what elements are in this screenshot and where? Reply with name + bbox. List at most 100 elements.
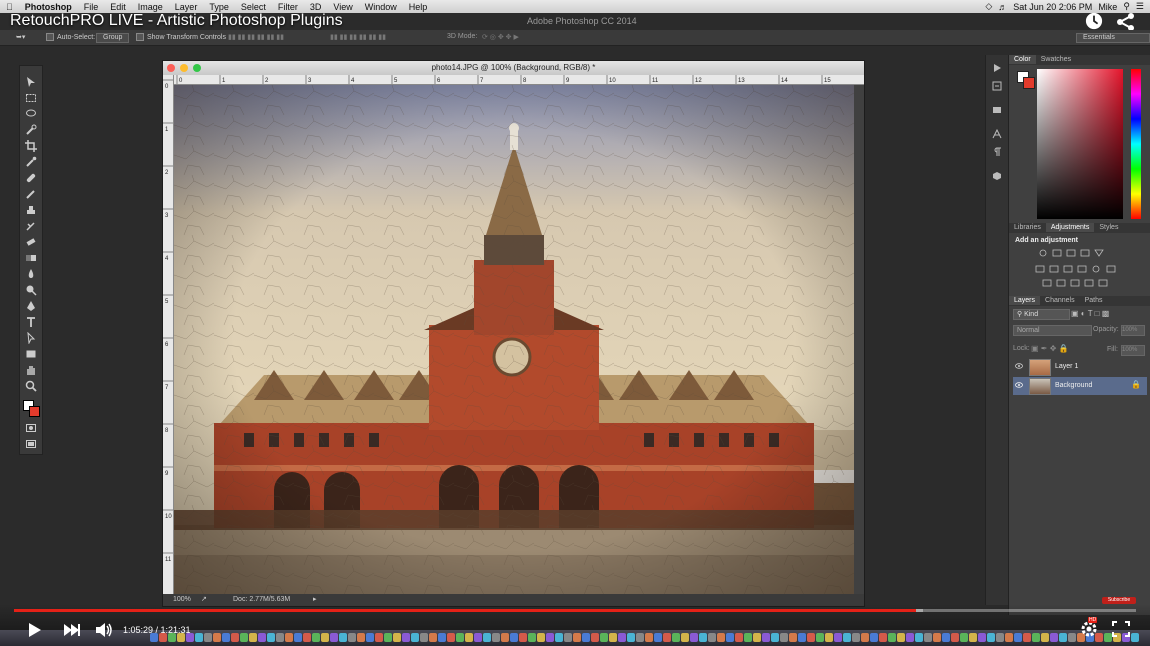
dock-app-icon[interactable] (411, 633, 419, 642)
quick-mask-icon[interactable] (25, 422, 37, 434)
pen-tool-icon[interactable] (25, 300, 37, 312)
dock-app-icon[interactable] (582, 633, 590, 642)
dock-app-icon[interactable] (402, 633, 410, 642)
tab-swatches[interactable]: Swatches (1036, 55, 1076, 64)
zoom-tool-icon[interactable] (25, 380, 37, 392)
dock-app-icon[interactable] (951, 633, 959, 642)
menu-image[interactable]: Image (132, 2, 169, 12)
next-icon[interactable] (63, 623, 81, 637)
export-icon[interactable]: ↗ (201, 595, 207, 603)
dock-app-icon[interactable] (258, 633, 266, 642)
menu-select[interactable]: Select (235, 2, 272, 12)
dock-app-icon[interactable] (195, 633, 203, 642)
dock-app-icon[interactable] (942, 633, 950, 642)
dock-app-icon[interactable] (825, 633, 833, 642)
dock-app-icon[interactable] (519, 633, 527, 642)
dock-app-icon[interactable] (204, 633, 212, 642)
hue-slider[interactable] (1131, 69, 1141, 219)
volume-icon[interactable]: ♬ (998, 2, 1007, 12)
dock-app-icon[interactable] (1068, 633, 1076, 642)
dock-app-icon[interactable] (213, 633, 221, 642)
move-tool-icon[interactable] (25, 76, 37, 88)
dock-app-icon[interactable] (735, 633, 743, 642)
layer-filter-icons[interactable]: ▣ ◐ T □ ▩ (1071, 309, 1109, 318)
dock-app-icon[interactable] (753, 633, 761, 642)
subscribe-badge[interactable]: Subscribe (1102, 597, 1136, 604)
layer-name[interactable]: Background (1055, 382, 1092, 389)
dock-app-icon[interactable] (933, 633, 941, 642)
rectangle-tool-icon[interactable] (25, 348, 37, 360)
video-progress-track[interactable] (14, 609, 1136, 612)
auto-select-dropdown[interactable]: Group (96, 33, 130, 43)
minimize-button[interactable] (180, 64, 188, 72)
dock-app-icon[interactable] (924, 633, 932, 642)
dock-app-icon[interactable] (861, 633, 869, 642)
dock-app-icon[interactable] (1032, 633, 1040, 642)
history-panel-icon[interactable] (992, 81, 1002, 91)
blur-tool-icon[interactable] (25, 268, 37, 280)
eraser-tool-icon[interactable] (25, 236, 37, 248)
crop-tool-icon[interactable] (25, 140, 37, 152)
dock-app-icon[interactable] (555, 633, 563, 642)
menu-view[interactable]: View (327, 2, 358, 12)
dock-app-icon[interactable] (537, 633, 545, 642)
dock-app-icon[interactable] (330, 633, 338, 642)
dock-app-icon[interactable] (906, 633, 914, 642)
dock-app-icon[interactable] (708, 633, 716, 642)
status-menu-arrow-icon[interactable]: ▸ (313, 595, 317, 603)
zoom-button[interactable] (193, 64, 201, 72)
history-brush-tool-icon[interactable] (25, 220, 37, 232)
healing-brush-tool-icon[interactable] (25, 172, 37, 184)
dock-app-icon[interactable] (654, 633, 662, 642)
auto-select-checkbox[interactable]: Auto-Select: (46, 33, 95, 41)
fill-value[interactable]: 100% (1121, 345, 1145, 356)
dock-app-icon[interactable] (726, 633, 734, 642)
dock-app-icon[interactable] (222, 633, 230, 642)
dock-app-icon[interactable] (276, 633, 284, 642)
watch-later-icon[interactable] (1085, 12, 1103, 30)
dock-app-icon[interactable] (789, 633, 797, 642)
dock-app-icon[interactable] (348, 633, 356, 642)
dock-app-icon[interactable] (771, 633, 779, 642)
dock-app-icon[interactable] (897, 633, 905, 642)
dock-app-icon[interactable] (240, 633, 248, 642)
tab-adjustments[interactable]: Adjustments (1045, 223, 1095, 232)
dock-app-icon[interactable] (231, 633, 239, 642)
move-tool-preset-icon[interactable]: ➥▾ (16, 33, 25, 41)
menubar-datetime[interactable]: Sat Jun 20 2:06 PM (1013, 2, 1092, 12)
dock-app-icon[interactable] (870, 633, 878, 642)
dock-app-icon[interactable] (690, 633, 698, 642)
dock-app-icon[interactable] (978, 633, 986, 642)
apple-menu-icon[interactable]:  (0, 2, 19, 12)
close-button[interactable] (167, 64, 175, 72)
layer-filter-kind[interactable]: ⚲ Kind (1013, 309, 1070, 320)
dock-app-icon[interactable] (420, 633, 428, 642)
dock-app-icon[interactable] (375, 633, 383, 642)
blend-mode-select[interactable]: Normal (1013, 325, 1092, 336)
menu-app-name[interactable]: Photoshop (19, 2, 78, 12)
3d-mode-icons[interactable]: ⟳ ◎ ✥ ✥ ▶ (482, 33, 519, 41)
dock-app-icon[interactable] (303, 633, 311, 642)
spotlight-icon[interactable]: ⚲ (1123, 1, 1130, 12)
brush-tool-icon[interactable] (25, 188, 37, 200)
dock-app-icon[interactable] (447, 633, 455, 642)
dock-app-icon[interactable] (357, 633, 365, 642)
dock-app-icon[interactable] (1104, 633, 1112, 642)
dock-app-icon[interactable] (384, 633, 392, 642)
type-tool-icon[interactable] (25, 316, 37, 328)
dock-app-icon[interactable] (591, 633, 599, 642)
dock-app-icon[interactable] (573, 633, 581, 642)
align-icons[interactable]: ▮▮ ▮▮ ▮▮ ▮▮ ▮▮ ▮▮ (228, 33, 284, 41)
background-color-swatch[interactable] (29, 406, 40, 417)
visibility-eye-icon[interactable] (1015, 382, 1023, 388)
dock-app-icon[interactable] (1041, 633, 1049, 642)
dock-app-icon[interactable] (609, 633, 617, 642)
menu-3d[interactable]: 3D (304, 2, 328, 12)
tab-styles[interactable]: Styles (1094, 223, 1123, 232)
dock-app-icon[interactable] (501, 633, 509, 642)
dock-app-icon[interactable] (663, 633, 671, 642)
dock-app-icon[interactable] (852, 633, 860, 642)
dock-app-icon[interactable] (1059, 633, 1067, 642)
distribute-icons[interactable]: ▮▮ ▮▮ ▮▮ ▮▮ ▮▮ ▮▮ (330, 33, 386, 41)
tab-color[interactable]: Color (1009, 55, 1036, 64)
